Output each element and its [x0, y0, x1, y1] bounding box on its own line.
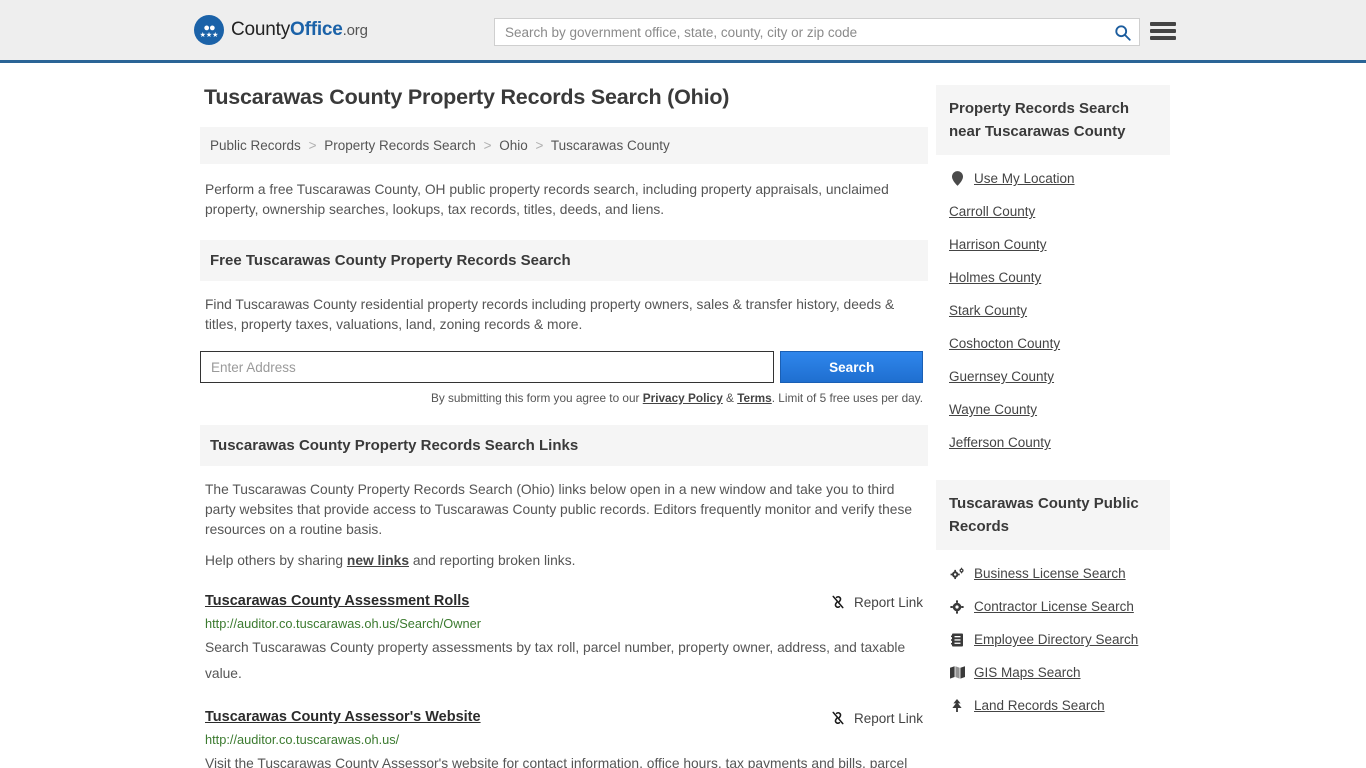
- terms-link[interactable]: Terms: [737, 391, 772, 405]
- sidebar: Property Records Search near Tuscarawas …: [936, 85, 1170, 768]
- sidebar-link[interactable]: Carroll County: [949, 204, 1035, 219]
- result-url: http://auditor.co.tuscarawas.oh.us/Searc…: [205, 616, 481, 631]
- sidebar-item-land-records-search[interactable]: Land Records Search: [949, 688, 1170, 721]
- map-icon: [949, 666, 965, 679]
- map-pin-icon: [949, 171, 965, 186]
- breadcrumb-separator: >: [308, 138, 317, 153]
- sidebar-link[interactable]: Land Records Search: [974, 698, 1105, 713]
- sidebar-link[interactable]: Employee Directory Search: [974, 632, 1138, 647]
- sidebar-item-jefferson-county[interactable]: Jefferson County: [949, 425, 1170, 458]
- sidebar-item-stark-county[interactable]: Stark County: [949, 293, 1170, 326]
- logo-text-suffix: .org: [342, 22, 368, 39]
- result-header: Tuscarawas County Assessor's Website Rep…: [205, 709, 923, 726]
- nearby-search-heading: Property Records Search near Tuscarawas …: [936, 85, 1170, 155]
- broken-link-icon: [832, 595, 844, 609]
- sidebar-link[interactable]: Stark County: [949, 303, 1027, 318]
- result-title-link[interactable]: Tuscarawas County Assessor's Website: [205, 709, 481, 725]
- sidebar-item-guernsey-county[interactable]: Guernsey County: [949, 359, 1170, 392]
- main-column: Tuscarawas County Property Records Searc…: [200, 85, 928, 768]
- logo-text: CountyOffice.org: [231, 19, 368, 41]
- page-body: Tuscarawas County Property Records Searc…: [0, 63, 1366, 768]
- logo-text-mid: Office: [290, 19, 343, 40]
- sidebar-link[interactable]: Guernsey County: [949, 369, 1054, 384]
- result-item: Tuscarawas County Assessment Rolls Repor…: [200, 593, 928, 687]
- report-link-label: Report Link: [853, 710, 923, 726]
- sidebar-item-holmes-county[interactable]: Holmes County: [949, 260, 1170, 293]
- search-links-paragraph: The Tuscarawas County Property Records S…: [205, 482, 913, 537]
- address-input[interactable]: [200, 351, 775, 383]
- sidebar-link[interactable]: Harrison County: [949, 237, 1047, 252]
- sidebar-item-wayne-county[interactable]: Wayne County: [949, 392, 1170, 425]
- result-description: Visit the Tuscarawas County Assessor's w…: [205, 756, 908, 768]
- sidebar-link[interactable]: Business License Search: [974, 566, 1126, 581]
- report-link-button[interactable]: Report Link: [830, 710, 923, 726]
- cog-icon: [949, 599, 965, 614]
- help-others-pre: Help others by sharing: [205, 553, 347, 568]
- free-search-description-wrap: Find Tuscarawas County residential prope…: [200, 281, 928, 335]
- nearby-search-box: Property Records Search near Tuscarawas …: [936, 85, 1170, 458]
- sidebar-link[interactable]: Wayne County: [949, 402, 1037, 417]
- free-search-heading: Free Tuscarawas County Property Records …: [200, 240, 928, 281]
- breadcrumb-separator: >: [535, 138, 544, 153]
- help-others-line: Help others by sharing new links and rep…: [205, 551, 923, 571]
- page-title: Tuscarawas County Property Records Searc…: [204, 85, 730, 109]
- result-title-link[interactable]: Tuscarawas County Assessment Rolls: [205, 593, 469, 609]
- address-book-icon: [949, 633, 965, 647]
- sidebar-link[interactable]: Holmes County: [949, 270, 1041, 285]
- public-records-heading: Tuscarawas County Public Records: [936, 480, 1170, 550]
- form-disclaimer-post: . Limit of 5 free uses per day.: [771, 391, 923, 405]
- breadcrumb-item-property-records-search[interactable]: Property Records Search: [324, 138, 476, 153]
- search-links-body: The Tuscarawas County Property Records S…: [200, 466, 928, 571]
- search-links-heading: Tuscarawas County Property Records Searc…: [200, 425, 928, 466]
- form-disclaimer-pre: By submitting this form you agree to our: [430, 391, 643, 405]
- public-records-box: Tuscarawas County Public Records Busines…: [936, 480, 1170, 721]
- site-header: ●● ★★★ CountyOffice.org: [0, 0, 1366, 63]
- sidebar-item-business-license-search[interactable]: Business License Search: [949, 556, 1170, 589]
- form-disclaimer-amp: &: [722, 391, 738, 405]
- result-description: Search Tuscarawas County property assess…: [205, 640, 906, 681]
- broken-link-icon: [832, 711, 844, 725]
- sidebar-link[interactable]: Contractor License Search: [974, 599, 1134, 614]
- address-search-form: Search: [200, 351, 923, 383]
- site-logo[interactable]: ●● ★★★ CountyOffice.org: [194, 15, 368, 45]
- sidebar-link[interactable]: Jefferson County: [949, 435, 1051, 450]
- report-link-button[interactable]: Report Link: [830, 594, 923, 610]
- breadcrumb-item-ohio[interactable]: Ohio: [499, 138, 528, 153]
- sidebar-link[interactable]: Coshocton County: [949, 336, 1060, 351]
- report-link-label: Report Link: [853, 594, 923, 610]
- sidebar-item-carroll-county[interactable]: Carroll County: [949, 194, 1170, 227]
- public-records-list: Business License Search Contractor Licen…: [936, 550, 1170, 721]
- help-others-post: and reporting broken links.: [409, 553, 576, 568]
- address-search-button[interactable]: Search: [780, 351, 923, 383]
- sidebar-item-harrison-county[interactable]: Harrison County: [949, 227, 1170, 260]
- tree-icon: [949, 698, 965, 713]
- breadcrumb: Public Records > Property Records Search…: [200, 127, 928, 164]
- nearby-county-list: Use My Location Carroll County Harrison …: [936, 155, 1170, 458]
- new-links-link[interactable]: new links: [347, 553, 409, 568]
- search-input[interactable]: [495, 24, 1105, 40]
- sidebar-item-use-my-location[interactable]: Use My Location: [949, 161, 1170, 194]
- hamburger-menu-icon[interactable]: [1150, 19, 1176, 43]
- global-search-box[interactable]: [494, 18, 1140, 46]
- breadcrumb-item-public-records[interactable]: Public Records: [210, 138, 301, 153]
- result-url: http://auditor.co.tuscarawas.oh.us/: [205, 732, 400, 747]
- cogs-icon: [949, 567, 965, 581]
- search-icon[interactable]: [1105, 19, 1139, 45]
- result-item: Tuscarawas County Assessor's Website Rep…: [200, 709, 928, 768]
- sidebar-link[interactable]: GIS Maps Search: [974, 665, 1081, 680]
- sidebar-link[interactable]: Use My Location: [974, 171, 1075, 186]
- breadcrumb-item-tuscarawas-county[interactable]: Tuscarawas County: [551, 138, 670, 153]
- free-search-description: Find Tuscarawas County residential prope…: [205, 297, 895, 332]
- sidebar-item-gis-maps-search[interactable]: GIS Maps Search: [949, 655, 1170, 688]
- eagle-stars-emblem-icon: ●● ★★★: [194, 15, 224, 45]
- sidebar-item-coshocton-county[interactable]: Coshocton County: [949, 326, 1170, 359]
- intro-paragraph: Perform a free Tuscarawas County, OH pub…: [205, 182, 889, 217]
- form-disclaimer: By submitting this form you agree to our…: [200, 391, 923, 405]
- sidebar-item-contractor-license-search[interactable]: Contractor License Search: [949, 589, 1170, 622]
- result-header: Tuscarawas County Assessment Rolls Repor…: [205, 593, 923, 610]
- sidebar-item-employee-directory-search[interactable]: Employee Directory Search: [949, 622, 1170, 655]
- breadcrumb-separator: >: [483, 138, 492, 153]
- privacy-policy-link[interactable]: Privacy Policy: [643, 391, 723, 405]
- logo-text-pre: County: [231, 19, 291, 40]
